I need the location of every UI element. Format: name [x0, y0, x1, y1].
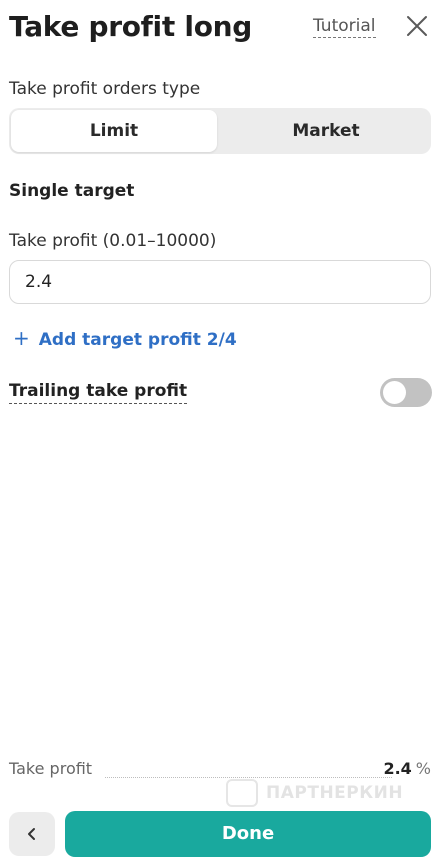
summary-number: 2.4 [383, 759, 412, 778]
chevron-left-icon [28, 828, 35, 840]
summary-leader-dots [105, 777, 392, 778]
summary-unit: % [415, 759, 431, 778]
take-profit-panel: Take profit long Tutorial Take profit or… [0, 0, 448, 865]
summary-label: Take profit [9, 759, 93, 778]
done-button[interactable]: Done [65, 811, 431, 857]
segment-market[interactable]: Market [223, 110, 429, 152]
take-profit-input[interactable] [9, 260, 431, 304]
tutorial-link[interactable]: Tutorial [313, 16, 376, 38]
close-icon[interactable] [405, 14, 429, 38]
watermark-text: ПАРТНЕРКИН [266, 783, 404, 803]
orders-type-label: Take profit orders type [9, 79, 201, 99]
orders-type-segmented-control: Limit Market [9, 108, 431, 154]
watermark: ПАРТНЕРКИН [226, 778, 403, 808]
toggle-knob [383, 381, 406, 404]
back-button[interactable] [9, 812, 55, 856]
segment-limit[interactable]: Limit [11, 110, 217, 152]
watermark-logo-icon [226, 779, 258, 807]
add-target-profit-label: Add target profit 2/4 [38, 330, 237, 350]
summary-value: 2.4% [383, 759, 431, 778]
single-target-title: Single target [9, 181, 135, 201]
trailing-take-profit-toggle[interactable] [380, 378, 432, 407]
plus-icon: + [13, 326, 30, 350]
take-profit-field-label: Take profit (0.01–10000) [9, 231, 217, 251]
add-target-profit-link[interactable]: + Add target profit 2/4 [13, 326, 237, 350]
page-title: Take profit long [9, 10, 253, 43]
header: Take profit long Tutorial [8, 8, 432, 48]
trailing-take-profit-label[interactable]: Trailing take profit [9, 381, 188, 404]
